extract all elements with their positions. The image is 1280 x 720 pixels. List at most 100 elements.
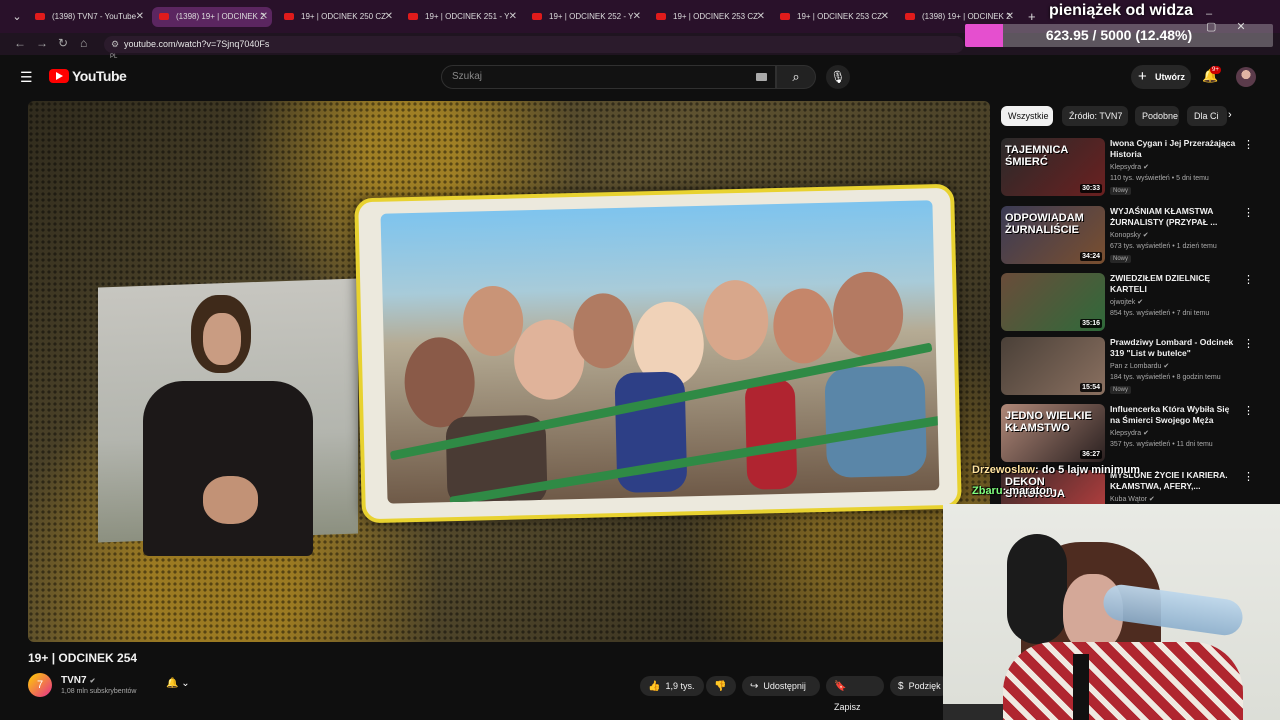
new-tab-icon[interactable]: + [1028, 9, 1036, 24]
tab-close-icon[interactable]: ✕ [881, 7, 889, 27]
browser-tab[interactable]: (1398) TVN7 - YouTube ✕ [28, 7, 148, 27]
forward-icon[interactable]: → [36, 36, 48, 50]
recommendation-channel[interactable]: Klepsydra ✔ [1110, 429, 1149, 437]
browser-tab[interactable]: 19+ | ODCINEK 253 CZ ✕ [773, 7, 893, 27]
more-options-icon[interactable]: ⋮ [1243, 470, 1254, 483]
recommendation-item[interactable]: 15:54 Prawdziwy Lombard - Odcinek 319 "Li… [1001, 337, 1271, 399]
thanks-icon: $ [898, 681, 904, 692]
like-count: 1,9 tys. [665, 681, 695, 691]
webcam-headset [1007, 534, 1067, 644]
recommendation-title[interactable]: Iwona Cygan i Jej Przerażająca Historia [1110, 138, 1240, 160]
recommendation-item[interactable]: ODPOWIADAM ŻURNALIŚCIE 34:24 WYJAŚNIAM KŁA… [1001, 206, 1271, 268]
more-options-icon[interactable]: ⋮ [1243, 273, 1254, 286]
recommendation-title[interactable]: Prawdziwy Lombard - Odcinek 319 "List w … [1110, 337, 1240, 359]
voice-search-button[interactable]: 🎙 [826, 65, 850, 89]
youtube-favicon-icon [780, 13, 790, 20]
recommendation-title[interactable]: WYJAŚNIAM KŁAMSTWA ŻURNALISTY (PRZYPAŁ .… [1110, 206, 1240, 228]
chat-username: Drzewoslaw [972, 464, 1035, 476]
tab-close-icon[interactable]: ✕ [633, 7, 641, 27]
tab-close-icon[interactable]: ✕ [385, 7, 393, 27]
youtube-favicon-icon [35, 13, 45, 20]
like-button[interactable]: 👍 1,9 tys. [640, 676, 704, 696]
filter-chip[interactable]: Dla Ci [1187, 106, 1227, 126]
recommendation-title[interactable]: ZWIEDZIŁEM DZIELNICĘ KARTELI [1110, 273, 1240, 295]
create-label: Utwórz [1155, 72, 1185, 82]
country-code: PL [110, 54, 118, 60]
recommendation-channel[interactable]: ojwojtek ✔ [1110, 298, 1143, 306]
plus-icon: + [1138, 68, 1147, 85]
home-icon[interactable]: ⌂ [80, 36, 87, 50]
browser-tab[interactable]: 19+ | ODCINEK 253 CZ ✕ [649, 7, 769, 27]
site-info-icon[interactable]: ⚙ [111, 36, 119, 53]
thumbs-up-icon: 👍 [648, 681, 661, 692]
browser-tab[interactable]: 19+ | ODCINEK 252 - Y ✕ [525, 7, 645, 27]
recommendation-meta: 854 tys. wyświetleń • 7 dni temu [1110, 310, 1210, 317]
recommendation-channel[interactable]: Kuba Wątor ✔ [1110, 495, 1155, 503]
dislike-button[interactable]: 👎 [706, 676, 736, 696]
share-button[interactable]: ↪ Udostępnij [742, 676, 820, 696]
thanks-button[interactable]: $ Podzięk [890, 676, 950, 696]
youtube-logo[interactable]: YouTube [49, 68, 127, 84]
recommendation-meta: 673 tys. wyświetleń • 1 dzień temu [1110, 243, 1217, 250]
save-button[interactable]: 🔖 Zapisz [826, 676, 884, 712]
back-icon[interactable]: ← [14, 36, 26, 50]
bell-icon: 🔔 [166, 678, 179, 689]
search-button[interactable]: ⌕ [776, 65, 816, 89]
new-badge: Nowy [1110, 255, 1132, 263]
recommendation-channel[interactable]: Konopsky ✔ [1110, 231, 1149, 239]
video-duration: 34:24 [1080, 252, 1102, 261]
streamer-webcam [943, 504, 1280, 720]
more-options-icon[interactable]: ⋮ [1243, 404, 1254, 417]
more-options-icon[interactable]: ⋮ [1243, 206, 1254, 219]
channel-avatar[interactable]: 7 [28, 673, 52, 697]
user-avatar[interactable] [1236, 67, 1256, 87]
tab-close-icon[interactable]: ✕ [757, 7, 765, 27]
verified-icon: ✔ [1143, 430, 1149, 437]
browser-tab[interactable]: 19+ | ODCINEK 250 CZ ✕ [277, 7, 397, 27]
recommendation-thumbnail[interactable]: TAJEMNICA ŚMIERĆ 30:33 [1001, 138, 1105, 196]
recommendation-channel[interactable]: Klepsydra ✔ [1110, 163, 1149, 171]
browser-tab[interactable]: 19+ | ODCINEK 251 - Y ✕ [401, 7, 521, 27]
new-badge: Nowy [1110, 386, 1132, 394]
tab-search-icon[interactable]: ⌄ [8, 9, 26, 25]
filter-chip[interactable]: Wszystkie [1001, 106, 1053, 126]
more-options-icon[interactable]: ⋮ [1243, 138, 1254, 151]
more-options-icon[interactable]: ⋮ [1243, 337, 1254, 350]
youtube-favicon-icon [905, 13, 915, 20]
chevron-right-icon[interactable]: › [1228, 109, 1232, 121]
thanks-label: Podzięk [908, 681, 941, 691]
menu-icon[interactable]: ☰ [20, 69, 33, 86]
search-input[interactable]: Szukaj [441, 65, 776, 89]
keyboard-icon[interactable] [756, 73, 767, 81]
subscribed-notifications-button[interactable]: 🔔 ⌄ [166, 678, 206, 695]
chat-username: Zbaru [972, 485, 1003, 497]
tab-close-icon[interactable]: ✕ [260, 7, 268, 27]
recommendation-title[interactable]: Influencerka Która Wybiła Się na Śmierci… [1110, 404, 1240, 426]
share-icon: ↪ [750, 681, 759, 692]
tab-close-icon[interactable]: ✕ [509, 7, 517, 27]
recommendation-item[interactable]: TAJEMNICA ŚMIERĆ 30:33 Iwona Cygan i Jej P… [1001, 138, 1271, 200]
verified-icon: ✔ [1143, 164, 1149, 171]
url-field[interactable]: ⚙ youtube.com/watch?v=7Sjnq7040Fs [104, 36, 964, 53]
video-player[interactable] [28, 101, 990, 642]
recommendation-thumbnail[interactable]: ODPOWIADAM ŻURNALIŚCIE 34:24 [1001, 206, 1105, 264]
recommendation-item[interactable]: JEDNO WIELKIE KŁAMSTWO 36:27 Influencerka … [1001, 404, 1271, 466]
recommendation-thumbnail[interactable]: 35:16 [1001, 273, 1105, 331]
verified-icon: ✔ [1148, 496, 1155, 503]
create-button[interactable]: + Utwórz [1131, 65, 1191, 89]
url-text: youtube.com/watch?v=7Sjnq7040Fs [124, 39, 270, 49]
browser-tab[interactable]: (1398) 19+ | ODCINEK 2 ✕ [152, 7, 272, 27]
channel-name-link[interactable]: TVN7 ✔ [61, 675, 95, 686]
reload-icon[interactable]: ↻ [58, 36, 68, 50]
recommendation-item[interactable]: 35:16 ZWIEDZIŁEM DZIELNICĘ KARTELI ojwojte… [1001, 273, 1271, 335]
bookmark-icon: 🔖 [834, 681, 847, 692]
channel-avatar-letter: 7 [36, 679, 44, 691]
filter-chip[interactable]: Źródło: TVN7 [1062, 106, 1128, 126]
filter-chip[interactable]: Podobne [1135, 106, 1179, 126]
recommendation-channel[interactable]: Pan z Lombardu ✔ [1110, 362, 1169, 370]
tab-close-icon[interactable]: ✕ [136, 7, 144, 27]
recommendation-thumbnail[interactable]: JEDNO WIELKIE KŁAMSTWO 36:27 [1001, 404, 1105, 462]
search-placeholder: Szukaj [452, 71, 483, 82]
thumbs-down-icon: 👎 [714, 681, 727, 692]
recommendation-thumbnail[interactable]: 15:54 [1001, 337, 1105, 395]
